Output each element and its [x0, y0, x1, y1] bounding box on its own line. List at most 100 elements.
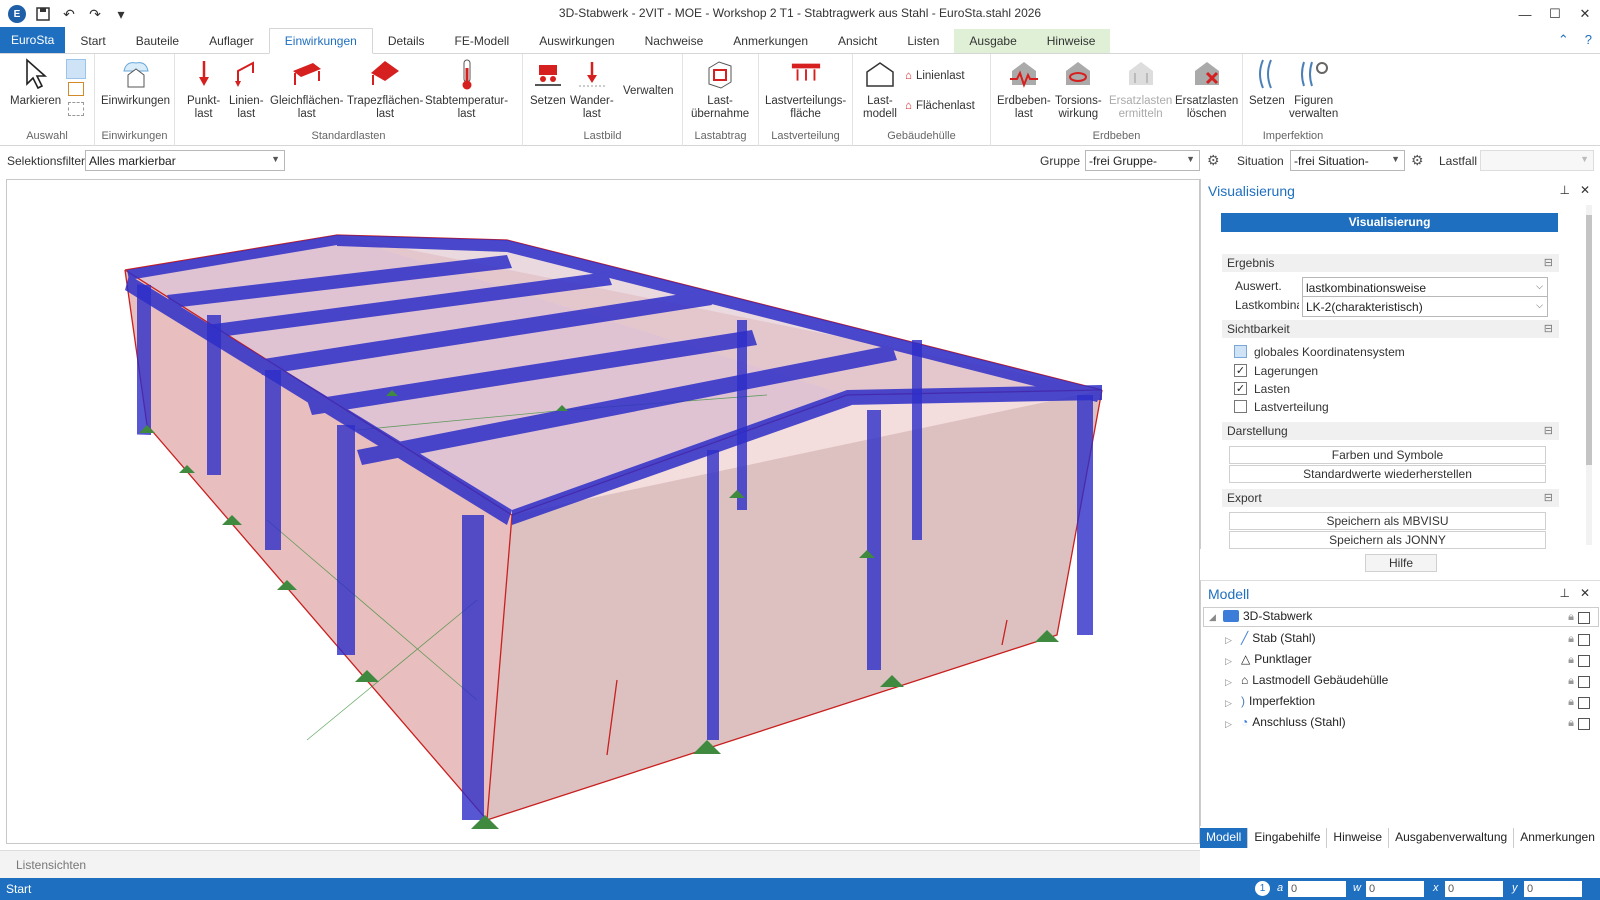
punktlast-button[interactable]: Punkt- last [187, 57, 220, 121]
lock-icon[interactable]: 🔒︎ [1568, 696, 1574, 709]
help-icon[interactable]: ? [1585, 32, 1592, 48]
checkbox-koordinatensystem[interactable] [1234, 345, 1247, 358]
tab-details[interactable]: Details [373, 29, 440, 53]
export-section[interactable]: Export ⊟ [1222, 489, 1559, 507]
lastmodell-button[interactable]: Last- modell [863, 57, 897, 121]
tab-ansicht[interactable]: Ansicht [823, 29, 892, 53]
erdbebenlast-button[interactable]: Erdbeben- last [997, 57, 1051, 121]
lastuebernahme-button[interactable]: Last- übernahme [691, 57, 749, 121]
tree-item-imperfektion[interactable]: ) Imperfektion [1241, 694, 1315, 708]
standardwerte-button[interactable]: Standardwerte wiederherstellen [1229, 465, 1546, 483]
collapse-icon[interactable]: ⊟ [1544, 489, 1553, 507]
tab-bauteile[interactable]: Bauteile [121, 29, 194, 53]
expand-arrow-icon[interactable]: ▷ [1225, 656, 1232, 667]
visibility-checkbox[interactable] [1578, 654, 1590, 667]
tab-start[interactable]: Start [65, 29, 120, 53]
lock-icon[interactable]: 🔒︎ [1568, 675, 1574, 688]
y-field[interactable]: 0 [1524, 881, 1582, 897]
collapse-arrow-icon[interactable]: ◢ [1209, 612, 1216, 623]
sichtbarkeit-section[interactable]: Sichtbarkeit ⊟ [1222, 320, 1559, 338]
x-field[interactable]: 0 [1445, 881, 1503, 897]
close-icon[interactable]: ✕ [1580, 183, 1590, 197]
tab-listen[interactable]: Listen [892, 29, 954, 53]
farben-symbole-button[interactable]: Farben und Symbole [1229, 446, 1546, 464]
checkbox-lastverteilung[interactable] [1234, 400, 1247, 413]
speichern-jonny-button[interactable]: Speichern als JONNY [1229, 531, 1546, 549]
pin-icon[interactable]: ⊥ [1559, 586, 1569, 600]
lastfall-select[interactable]: ▼ [1480, 150, 1594, 171]
lock-icon[interactable]: 🔒︎ [1568, 633, 1574, 646]
visibility-checkbox[interactable] [1578, 633, 1590, 646]
checkbox-lagerungen[interactable]: ✓ [1234, 364, 1247, 377]
maximize-icon[interactable]: ☐ [1540, 0, 1570, 28]
tab-modell[interactable]: Modell [1200, 828, 1249, 848]
gebaeude-linienlast-button[interactable]: ⌂ Linienlast [905, 70, 965, 82]
imperfektion-setzen-button[interactable]: Setzen [1249, 57, 1285, 108]
figuren-verwalten-button[interactable]: Figuren verwalten [1289, 57, 1338, 121]
select-crossing-icon[interactable] [68, 102, 84, 116]
select-window-icon[interactable] [68, 82, 84, 96]
minimize-icon[interactable]: — [1510, 0, 1540, 28]
wanderlast-button[interactable]: Wander- last [570, 57, 614, 121]
tree-item-anschluss[interactable]: ◔ Anschluss (Stahl) [1241, 715, 1346, 729]
select-mode-icon[interactable] [66, 59, 86, 79]
lastkombination-select[interactable]: LK-2(charakteristisch) ⌵ [1302, 296, 1548, 317]
expand-arrow-icon[interactable]: ▷ [1225, 698, 1232, 709]
redo-icon[interactable]: ↷ [86, 5, 104, 23]
einwirkungen-button[interactable]: Einwirkungen [101, 57, 170, 108]
lock-icon[interactable]: 🔒︎ [1568, 717, 1574, 730]
w-field[interactable]: 0 [1366, 881, 1424, 897]
gleichflaechenlast-button[interactable]: Gleichflächen- last [270, 57, 344, 121]
checkbox-lasten[interactable]: ✓ [1234, 382, 1247, 395]
collapse-icon[interactable]: ⊟ [1544, 422, 1553, 440]
list-views-bar[interactable]: Listensichten [0, 850, 1200, 878]
tab-anmerkungen-panel[interactable]: Anmerkungen [1514, 828, 1600, 848]
gebaeude-flaechenlast-button[interactable]: ⌂ Flächenlast [905, 100, 975, 112]
expand-arrow-icon[interactable]: ▷ [1225, 719, 1232, 730]
customize-toolbar-icon[interactable]: ▾ [112, 5, 130, 23]
visibility-checkbox[interactable] [1578, 675, 1590, 688]
collapse-icon[interactable]: ⊟ [1544, 320, 1553, 338]
tab-fe-modell[interactable]: FE-Modell [440, 29, 525, 53]
tab-file[interactable]: EuroSta [0, 27, 66, 53]
situation-select[interactable]: -frei Situation- ▼ [1290, 150, 1405, 171]
expand-arrow-icon[interactable]: ▷ [1225, 635, 1232, 646]
lock-icon[interactable]: 🔒︎ [1568, 611, 1574, 624]
save-icon[interactable] [34, 5, 52, 23]
tree-root-3d-stabwerk[interactable]: 3D-Stabwerk [1223, 609, 1312, 623]
undo-icon[interactable]: ↶ [60, 5, 78, 23]
ersatzlasten-loeschen-button[interactable]: Ersatzlasten löschen [1175, 57, 1238, 121]
trapezflaechenlast-button[interactable]: Trapezflächen- last [347, 57, 423, 121]
auswert-select[interactable]: lastkombinationsweise ⌵ [1302, 277, 1548, 298]
stabtemperaturlast-button[interactable]: Stabtemperatur- last [425, 57, 508, 121]
tab-auswirkungen[interactable]: Auswirkungen [524, 29, 629, 53]
close-icon[interactable]: ✕ [1570, 0, 1600, 28]
visibility-checkbox[interactable] [1578, 696, 1590, 709]
situation-settings-icon[interactable]: ⚙ [1411, 152, 1424, 169]
collapse-icon[interactable]: ⊟ [1544, 254, 1553, 272]
linienlast-button[interactable]: Linien- last [229, 57, 264, 121]
hilfe-button[interactable]: Hilfe [1365, 554, 1437, 572]
markieren-button[interactable]: Markieren [10, 57, 61, 108]
3d-viewport[interactable] [6, 179, 1200, 844]
collapse-ribbon-icon[interactable]: ⌃ [1558, 32, 1569, 48]
tab-auflager[interactable]: Auflager [194, 29, 269, 53]
tab-nachweise[interactable]: Nachweise [630, 29, 719, 53]
tab-eingabehilfe[interactable]: Eingabehilfe [1248, 828, 1328, 848]
gruppe-settings-icon[interactable]: ⚙ [1207, 152, 1220, 169]
visualisierung-button[interactable]: Visualisierung [1221, 213, 1558, 232]
gruppe-select[interactable]: -frei Gruppe- ▼ [1085, 150, 1200, 171]
app-icon[interactable]: E [8, 5, 26, 23]
tab-ausgabe[interactable]: Ausgabe [954, 29, 1032, 53]
ersatzlasten-ermitteln-button[interactable]: Ersatzlasten ermitteln [1109, 57, 1172, 121]
tree-item-punktlager[interactable]: △ Punktlager [1241, 652, 1312, 666]
lastbild-setzen-button[interactable]: Setzen [530, 57, 566, 108]
a-field[interactable]: 0 [1288, 881, 1346, 897]
info-icon[interactable]: 1 [1255, 881, 1270, 896]
tab-anmerkungen[interactable]: Anmerkungen [718, 29, 823, 53]
speichern-mbvisu-button[interactable]: Speichern als MBVISU [1229, 512, 1546, 530]
lastbild-verwalten-button[interactable]: Verwalten [623, 85, 674, 97]
visualisierung-scrollbar[interactable] [1586, 205, 1592, 545]
tab-hinweise[interactable]: Hinweise [1031, 29, 1111, 53]
expand-arrow-icon[interactable]: ▷ [1225, 677, 1232, 688]
